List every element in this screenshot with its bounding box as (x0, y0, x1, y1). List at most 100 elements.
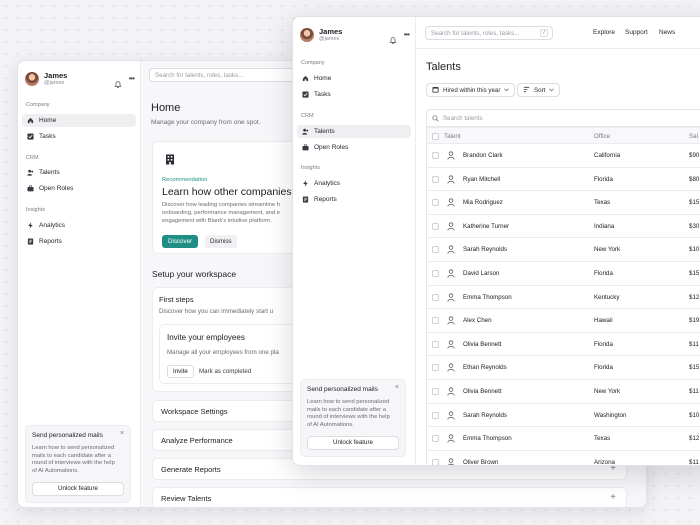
sidebar-item-label: Analytics (314, 180, 341, 187)
invite-button[interactable]: Invite (167, 365, 194, 378)
table-row[interactable]: David Larson Florida $15 (427, 262, 700, 286)
accordion-label: Analyze Performance (161, 435, 233, 445)
talent-salary: $19 (689, 317, 700, 325)
promo-line: round of interviews with the help (307, 414, 390, 421)
recommendation-title: Learn how other companies (162, 186, 292, 198)
column-header-talent[interactable]: Talent (444, 133, 461, 140)
user-header[interactable]: James @james ••• (300, 25, 410, 45)
sidebar-item-analytics[interactable]: Analytics (297, 177, 411, 190)
search-input[interactable]: Search for talents, roles, tasks... / (425, 26, 553, 40)
section-company: Company (26, 102, 50, 108)
user-icon (447, 410, 455, 420)
column-header-office[interactable]: Office (594, 133, 610, 140)
talent-office: New York (594, 387, 621, 395)
sidebar-item-open-roles[interactable]: Open Roles (297, 141, 411, 154)
row-checkbox[interactable] (432, 199, 439, 207)
promo-card: Send personalized mails × Learn how to s… (300, 379, 406, 457)
table-row[interactable]: Olivia Bennett New York $11 (427, 380, 700, 404)
table-row[interactable]: Katherine Turner Indiana $30 (427, 215, 700, 239)
talent-salary: $11 (689, 340, 699, 348)
dismiss-button[interactable]: Dismiss (205, 235, 237, 248)
table-row[interactable]: Brandon Clark California $90 (427, 144, 700, 168)
sidebar-item-label: Analytics (39, 222, 66, 229)
bell-icon[interactable] (388, 31, 397, 44)
sidebar: James @james ••• Company Home Tasks CRM … (18, 61, 141, 507)
table-row[interactable]: Ethan Reynolds Florida $15 (427, 356, 700, 380)
sort-dropdown[interactable]: Sort (517, 83, 561, 97)
table-row[interactable]: Olivia Bennett Florida $11 (427, 333, 700, 357)
close-icon[interactable]: × (395, 384, 399, 391)
link-explore[interactable]: Explore (593, 29, 615, 36)
mark-completed-link[interactable]: Mark as completed (199, 368, 251, 375)
column-header-salary[interactable]: Sal (689, 133, 698, 140)
table-row[interactable]: Emma Thompson Kentucky $12 (427, 286, 700, 310)
sidebar-item-label: Talents (39, 169, 60, 176)
users-icon (27, 169, 34, 176)
invite-title: Invite your employees (167, 333, 245, 342)
sidebar-item-label: Open Roles (314, 144, 349, 151)
table-row[interactable]: Sarah Reynolds Washington $10 (427, 404, 700, 428)
link-support[interactable]: Support (625, 29, 648, 36)
more-icon[interactable]: ••• (129, 75, 135, 83)
sidebar-item-tasks[interactable]: Tasks (297, 88, 411, 101)
accordion-review-talents[interactable]: Review Talents + (152, 487, 627, 507)
select-all-checkbox[interactable] (432, 133, 439, 140)
talent-office: Kentucky (594, 293, 620, 301)
sidebar-item-label: Reports (314, 196, 337, 203)
row-checkbox[interactable] (432, 222, 439, 230)
briefcase-icon (27, 185, 34, 192)
search-input[interactable]: Search for talents, roles, tasks... (149, 68, 299, 82)
user-icon (447, 198, 455, 207)
sidebar-item-home[interactable]: Home (297, 72, 411, 85)
link-news[interactable]: News (659, 29, 675, 36)
row-checkbox[interactable] (432, 435, 439, 443)
first-steps-title: First steps (159, 295, 194, 304)
row-checkbox[interactable] (432, 458, 439, 465)
user-header[interactable]: James @james ••• (25, 69, 135, 89)
sidebar-item-analytics[interactable]: Analytics (22, 219, 136, 232)
user-icon (447, 151, 455, 160)
sidebar-item-label: Talents (314, 128, 335, 135)
talents-search-input[interactable]: Search talents (426, 109, 700, 127)
sidebar-item-talents[interactable]: Talents (22, 166, 136, 179)
plus-icon[interactable]: + (610, 492, 616, 503)
filter-hired-dropdown[interactable]: Hired within this year (426, 83, 516, 97)
bell-icon[interactable] (113, 75, 122, 88)
table-row[interactable]: Mia Rodriguez Texas $15 (427, 191, 700, 215)
table-row[interactable]: Oliver Brown Arizona $11 (427, 451, 700, 465)
row-checkbox[interactable] (432, 175, 439, 183)
row-checkbox[interactable] (432, 317, 439, 325)
row-checkbox[interactable] (432, 364, 439, 372)
table-row[interactable]: Ryan Mitchell Florida $80 (427, 168, 700, 192)
talent-office: Florida (594, 340, 613, 348)
table-row[interactable]: Sarah Reynolds New York $10 (427, 238, 700, 262)
unlock-feature-button[interactable]: Unlock feature (307, 435, 399, 450)
row-checkbox[interactable] (432, 387, 439, 395)
talent-salary: $90 (689, 152, 700, 159)
search-icon (432, 115, 439, 122)
table-row[interactable]: Emma Thompson Texas $12 (427, 427, 700, 451)
search-placeholder: Search talents (443, 114, 483, 122)
row-checkbox[interactable] (432, 269, 439, 277)
lightning-icon (27, 222, 34, 229)
table-row[interactable]: Alex Chen Hawaii $19 (427, 309, 700, 333)
unlock-feature-button[interactable]: Unlock feature (32, 481, 124, 496)
page-title: Talents (426, 61, 461, 73)
sidebar-item-reports[interactable]: Reports (297, 193, 411, 206)
talent-name: Sarah Reynolds (463, 246, 508, 254)
discover-button[interactable]: Discover (162, 235, 199, 248)
row-checkbox[interactable] (432, 246, 439, 254)
row-checkbox[interactable] (432, 152, 439, 159)
row-checkbox[interactable] (432, 293, 439, 301)
row-checkbox[interactable] (432, 340, 439, 348)
promo-description: Learn how to send personalized mails to … (32, 445, 124, 476)
home-icon (302, 75, 309, 82)
sidebar-item-tasks[interactable]: Tasks (22, 130, 136, 143)
sidebar-item-talents[interactable]: Talents (297, 125, 411, 138)
sidebar-item-reports[interactable]: Reports (22, 235, 136, 248)
sidebar-item-home[interactable]: Home (22, 114, 136, 127)
more-icon[interactable]: ••• (404, 31, 410, 39)
sidebar-item-open-roles[interactable]: Open Roles (22, 182, 136, 195)
row-checkbox[interactable] (432, 411, 439, 419)
close-icon[interactable]: × (120, 430, 124, 437)
